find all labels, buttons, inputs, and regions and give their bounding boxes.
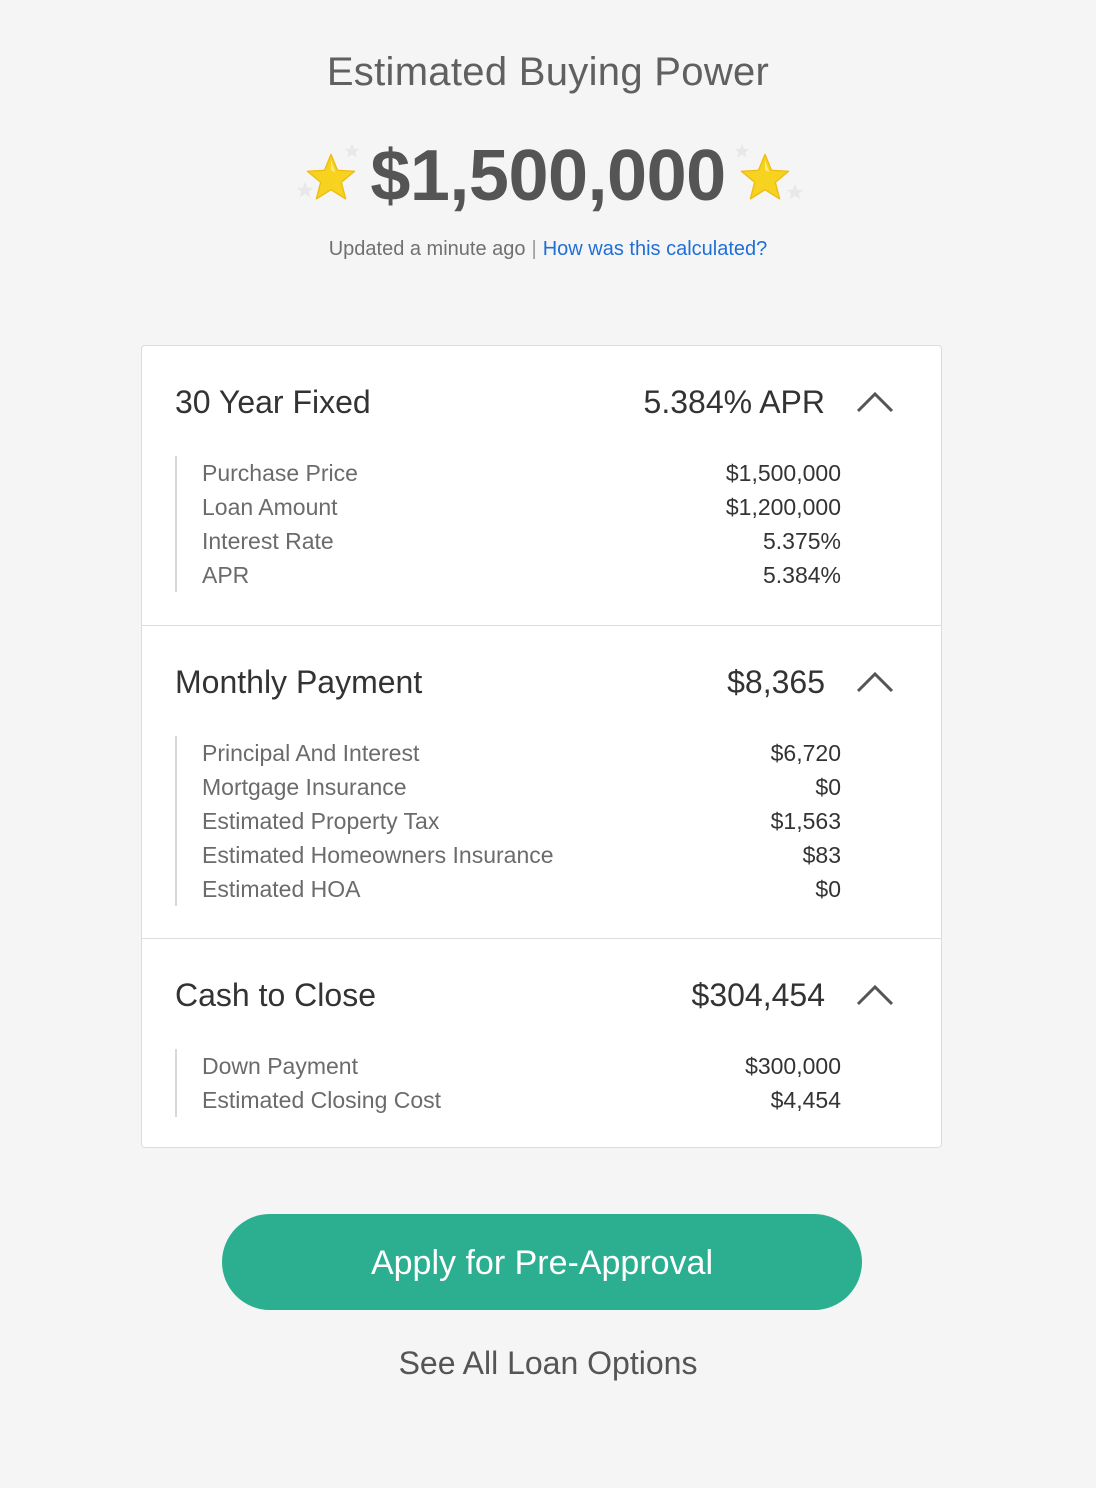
row-label: Estimated Homeowners Insurance [202, 841, 554, 868]
star-icon [307, 153, 356, 200]
monthly-payment-header[interactable]: Monthly Payment $8,365 [175, 662, 941, 702]
row-label: Estimated Closing Cost [202, 1086, 442, 1113]
row-value: $1,200,000 [725, 493, 841, 520]
separator: | [531, 238, 537, 260]
chevron-up-icon[interactable] [855, 667, 895, 697]
page-title: Estimated Buying Power [326, 50, 770, 94]
loan-summary-card: 30 Year Fixed 5.384% APR Purchase Price … [141, 345, 942, 1148]
row-value: $83 [802, 841, 841, 868]
section-title: Monthly Payment [175, 663, 423, 700]
cash-to-close-section: Cash to Close $304,454 Down Payment $300… [142, 938, 941, 1148]
row-label: Mortgage Insurance [202, 773, 407, 800]
chevron-up-icon[interactable] [855, 387, 895, 417]
star-icon [740, 153, 789, 200]
list-item: Interest Rate 5.375% [177, 524, 841, 558]
list-item: Estimated Closing Cost $4,454 [177, 1083, 841, 1117]
list-item: Loan Amount $1,200,000 [177, 490, 841, 524]
section-value: $304,454 [691, 976, 825, 1013]
list-item: Estimated Homeowners Insurance $83 [177, 838, 841, 872]
row-value: 5.375% [762, 527, 841, 554]
row-label: Estimated HOA [202, 875, 361, 902]
section-title: Cash to Close [175, 976, 376, 1013]
row-label: Principal And Interest [202, 739, 420, 766]
monthly-payment-section: Monthly Payment $8,365 Principal And Int… [142, 625, 941, 939]
row-label: Estimated Property Tax [202, 807, 440, 834]
row-label: APR [202, 561, 250, 588]
row-value: $6,720 [770, 739, 841, 766]
updated-row: Updated a minute ago | How was this calcul… [0, 238, 1096, 261]
row-value: $1,563 [770, 807, 841, 834]
left-stars [296, 141, 360, 211]
row-value: $0 [815, 875, 841, 902]
loan-details-list: Purchase Price $1,500,000 Loan Amount $1… [175, 456, 841, 592]
updated-text: Updated a minute ago [328, 238, 526, 260]
row-value: 5.384% [762, 561, 841, 588]
list-item: Purchase Price $1,500,000 [177, 456, 841, 490]
cash-to-close-header[interactable]: Cash to Close $304,454 [175, 975, 941, 1015]
buying-power-amount: $1,500,000 [370, 136, 726, 216]
loan-type-header[interactable]: 30 Year Fixed 5.384% APR [175, 382, 941, 422]
section-value: $8,365 [727, 663, 825, 700]
row-value: $4,454 [770, 1086, 841, 1113]
cash-details-list: Down Payment $300,000 Estimated Closing … [175, 1049, 841, 1117]
how-calculated-link[interactable]: How was this calculated? [543, 238, 768, 260]
see-all-loan-options-link[interactable]: See All Loan Options [0, 1345, 1096, 1382]
list-item: Mortgage Insurance $0 [177, 770, 841, 804]
buying-power-amount-row: $1,500,000 [0, 128, 1096, 224]
chevron-up-icon[interactable] [855, 980, 895, 1010]
row-value: $1,500,000 [725, 459, 841, 486]
list-item: APR 5.384% [177, 558, 841, 592]
list-item: Principal And Interest $6,720 [177, 736, 841, 770]
row-value: $300,000 [745, 1052, 841, 1079]
right-stars [734, 141, 803, 211]
list-item: Down Payment $300,000 [177, 1049, 841, 1083]
section-value: 5.384% APR [643, 383, 825, 420]
payment-details-list: Principal And Interest $6,720 Mortgage I… [175, 736, 841, 906]
row-label: Loan Amount [202, 493, 338, 520]
loan-type-section: 30 Year Fixed 5.384% APR Purchase Price … [142, 346, 941, 625]
apply-pre-approval-button[interactable]: Apply for Pre-Approval [222, 1214, 862, 1310]
list-item: Estimated HOA $0 [177, 872, 841, 906]
row-value: $0 [815, 773, 841, 800]
row-label: Interest Rate [202, 527, 334, 554]
list-item: Estimated Property Tax $1,563 [177, 804, 841, 838]
row-label: Purchase Price [202, 459, 358, 486]
row-label: Down Payment [202, 1052, 358, 1079]
section-title: 30 Year Fixed [175, 383, 371, 420]
